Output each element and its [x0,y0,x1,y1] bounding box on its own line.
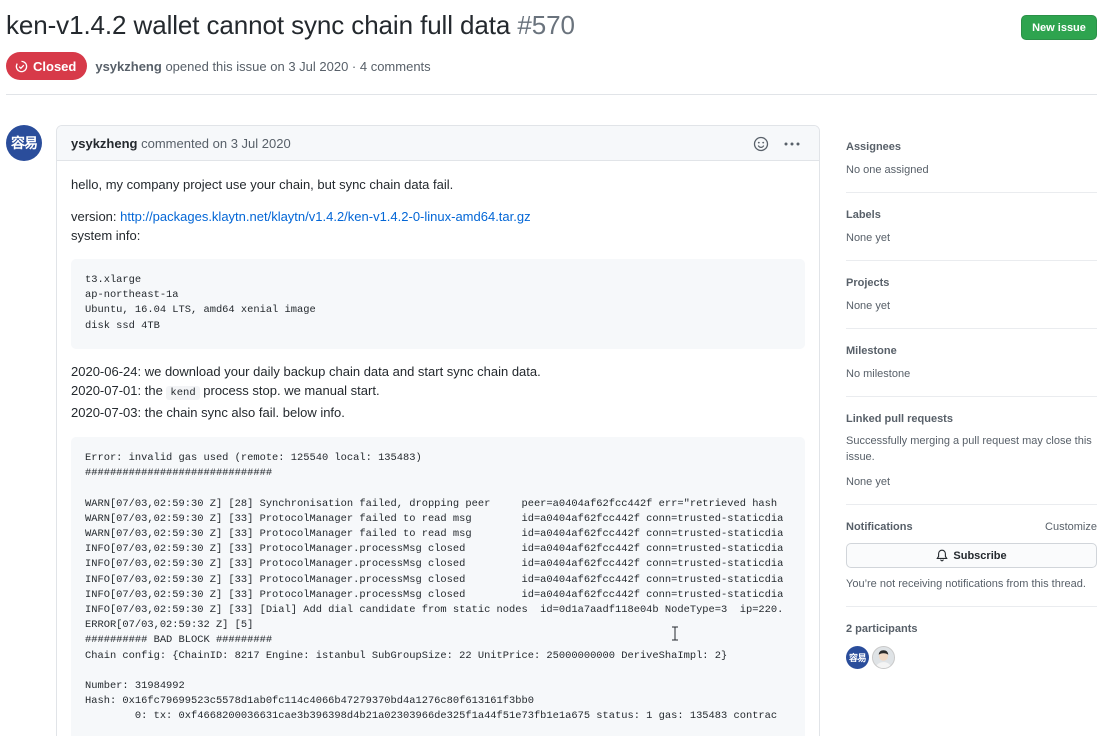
log-code-block[interactable]: Error: invalid gas used (remote: 125540 … [71,437,805,736]
issue-meta-text: ysykzheng opened this issue on 3 Jul 202… [95,59,430,74]
sidebar-labels: Labels None yet [846,193,1097,261]
timeline-line-2: 2020-07-01: the kend process stop. we ma… [71,381,805,403]
sidebar-projects: Projects None yet [846,261,1097,329]
comment-header: ysykzheng commented on 3 Jul 2020 [57,126,819,161]
status-badge: Closed [6,52,88,80]
version-line: version: http://packages.klaytn.net/klay… [71,207,805,226]
labels-label[interactable]: Labels [846,207,1097,223]
system-info-code: t3.xlarge ap-northeast-1a Ubuntu, 16.04 … [71,259,805,349]
smiley-icon[interactable] [753,136,769,152]
projects-value: None yet [846,300,891,312]
comment-meta: ysykzheng commented on 3 Jul 2020 [71,136,291,151]
sidebar-participants: 2 participants 容易 [846,607,1097,683]
system-info-label: system info: [71,228,141,243]
timeline-line-1: 2020-06-24: we download your daily backu… [71,364,541,379]
participants-list: 容易 [846,646,1097,669]
text-cursor-icon [672,626,678,641]
issue-title-row: ken-v1.4.2 wallet cannot sync chain full… [6,8,1097,48]
version-link[interactable]: http://packages.klaytn.net/klaytn/v1.4.2… [120,209,530,224]
projects-label[interactable]: Projects [846,275,1097,291]
comment-actions [753,126,801,161]
customize-link[interactable]: Customize [1045,519,1097,535]
participant-avatar[interactable]: 容易 [846,646,869,669]
issue-meta-suffix: opened this issue on 3 Jul 2020 · 4 comm… [165,58,431,74]
linked-prs-note: Successfully merging a pull request may … [846,435,1092,463]
linked-prs-label: Linked pull requests [846,413,953,425]
header-divider [6,94,1097,95]
milestone-value: No milestone [846,368,911,380]
sidebar-notifications: Notifications Customize Subscribe You’re … [846,505,1097,607]
inline-code: kend [166,386,200,400]
comment-timestamp[interactable]: commented on 3 Jul 2020 [141,136,291,151]
sidebar-linked-prs: Linked pull requests Successfully mergin… [846,397,1097,505]
timeline-line-3: 2020-07-03: the chain sync also fail. be… [71,405,345,420]
participants-label: 2 participants [846,623,918,635]
milestone-label[interactable]: Milestone [846,343,1097,359]
participant-avatar[interactable] [872,646,895,669]
issue-title-text: ken-v1.4.2 wallet cannot sync chain full… [6,10,511,40]
issue-number: #570 [517,10,575,40]
issue-title: ken-v1.4.2 wallet cannot sync chain full… [6,10,575,41]
bell-icon [936,549,949,562]
user-photo-icon [873,647,894,668]
notifications-note: You’re not receiving notifications from … [846,578,1086,590]
comment-box: ysykzheng commented on 3 Jul 2020 hello,… [56,125,820,736]
assignees-label[interactable]: Assignees [846,139,1097,155]
linked-prs-value: None yet [846,476,891,488]
comment-body: hello, my company project use your chain… [57,161,819,736]
labels-value: None yet [846,232,891,244]
status-badge-label: Closed [33,58,77,74]
notifications-label: Notifications Customize [846,519,1097,535]
comment-intro: hello, my company project use your chain… [71,177,454,192]
subscribe-button[interactable]: Subscribe [846,543,1097,568]
sidebar-milestone: Milestone No milestone [846,329,1097,397]
new-issue-button[interactable]: New issue [1021,15,1097,40]
subscribe-label: Subscribe [953,549,1007,562]
issue-sidebar: Assignees No one assigned Labels None ye… [846,125,1097,683]
comment-author-link[interactable]: ysykzheng [71,136,137,151]
kebab-horizontal-icon[interactable] [783,136,801,152]
sidebar-assignees: Assignees No one assigned [846,125,1097,193]
timeline-2-prefix: 2020-07-01: the [71,383,163,398]
assignees-value: No one assigned [846,164,929,176]
issue-author-link[interactable]: ysykzheng [95,59,161,74]
avatar[interactable]: 容易 [6,125,42,161]
version-label: version: [71,209,117,224]
timeline-2-suffix: process stop. we manual start. [203,383,380,398]
issue-closed-icon [15,60,28,72]
issue-meta: Closed ysykzheng opened this issue on 3 … [6,52,431,80]
